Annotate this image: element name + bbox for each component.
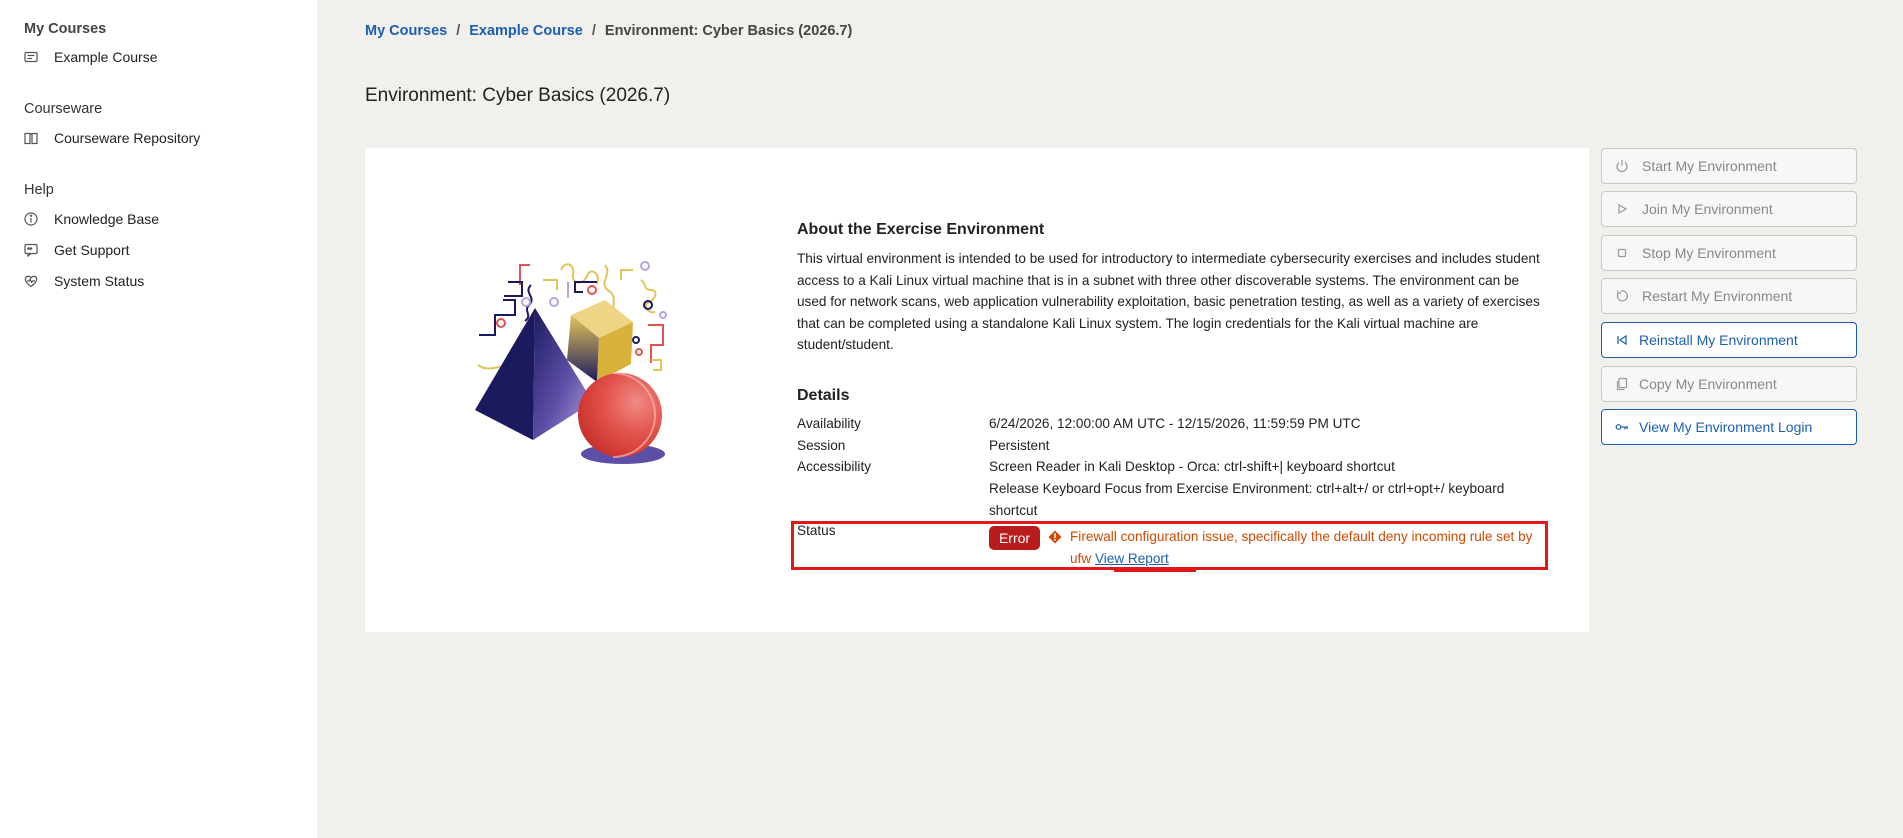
button-label: Restart My Environment — [1642, 288, 1793, 304]
reinstall-environment-button[interactable]: Reinstall My Environment — [1601, 322, 1857, 358]
sidebar-item-label: Get Support — [54, 242, 130, 258]
join-environment-button[interactable]: Join My Environment — [1601, 191, 1857, 227]
heart-pulse-icon — [24, 274, 38, 288]
power-icon — [1615, 159, 1629, 173]
sidebar-item-get-support[interactable]: Get Support — [24, 240, 159, 260]
sidebar-item-knowledge-base[interactable]: Knowledge Base — [24, 209, 159, 229]
button-label: Reinstall My Environment — [1639, 332, 1798, 348]
copy-environment-button[interactable]: Copy My Environment — [1601, 366, 1857, 402]
sidebar-heading-help: Help — [24, 182, 54, 198]
button-label: Start My Environment — [1642, 158, 1777, 174]
accessibility-value-orca: Screen Reader in Kali Desktop - Orca: ct… — [989, 459, 1395, 474]
availability-label: Availability — [797, 416, 861, 431]
breadcrumb-separator: / — [456, 23, 461, 39]
sidebar-heading-courseware: Courseware — [24, 101, 103, 117]
breadcrumb: My Courses / Example Course / Environmen… — [365, 23, 852, 39]
button-label: Stop My Environment — [1642, 245, 1776, 261]
sidebar-item-system-status[interactable]: System Status — [24, 271, 159, 291]
view-report-link[interactable]: View Report — [1095, 551, 1169, 566]
rewind-icon — [1615, 333, 1629, 347]
button-label: Copy My Environment — [1639, 376, 1777, 392]
environment-card: About the Exercise Environment This virt… — [365, 148, 1589, 632]
stop-environment-button[interactable]: Stop My Environment — [1601, 235, 1857, 271]
sidebar-item-label: Knowledge Base — [54, 211, 160, 227]
status-message: Firewall configuration issue, specifical… — [1070, 526, 1550, 569]
breadcrumb-current: Environment: Cyber Basics (2026.7) — [604, 23, 853, 39]
button-label: View My Environment Login — [1639, 419, 1813, 435]
play-icon — [1615, 202, 1629, 216]
breadcrumb-separator: / — [591, 23, 596, 39]
copy-icon — [1615, 377, 1629, 391]
course-icon — [24, 50, 38, 64]
start-environment-button[interactable]: Start My Environment — [1601, 148, 1857, 184]
sidebar-item-courseware-repository[interactable]: Courseware Repository — [24, 128, 200, 148]
book-icon — [24, 131, 38, 145]
sidebar-section-help: Help Knowledge Base Get Support System S… — [24, 182, 159, 291]
restart-environment-button[interactable]: Restart My Environment — [1601, 278, 1857, 314]
sidebar-heading-my-courses: My Courses — [24, 21, 107, 37]
geometric-shapes-illustration — [475, 261, 667, 464]
sidebar-item-label: System Status — [54, 273, 145, 289]
sidebar-item-example-course[interactable]: Example Course — [24, 47, 158, 67]
sidebar: My Courses Example Course Courseware Cou… — [0, 0, 317, 838]
view-login-button[interactable]: View My Environment Login — [1601, 409, 1857, 445]
info-icon — [24, 212, 38, 226]
about-title: About the Exercise Environment — [797, 221, 1045, 238]
breadcrumb-my-courses[interactable]: My Courses — [365, 23, 447, 39]
status-badge: Error — [989, 526, 1040, 550]
button-label: Join My Environment — [1642, 201, 1773, 217]
sidebar-item-label: Courseware Repository — [54, 130, 201, 146]
view-report-highlight — [1114, 569, 1196, 572]
page-title: Environment: Cyber Basics (2026.7) — [365, 85, 671, 106]
stop-icon — [1615, 246, 1629, 260]
restart-icon — [1615, 289, 1629, 303]
about-description: This virtual environment is intended to … — [797, 251, 1540, 353]
breadcrumb-example-course[interactable]: Example Course — [469, 23, 583, 39]
sidebar-section-my-courses: My Courses Example Course — [24, 21, 158, 67]
session-value: Persistent — [989, 438, 1050, 453]
accessibility-value-release-focus: Release Keyboard Focus from Exercise Env… — [989, 481, 1505, 518]
details-title: Details — [797, 387, 850, 404]
status-label: Status — [797, 523, 836, 538]
support-chat-icon — [24, 243, 38, 257]
availability-value: 6/24/2026, 12:00:00 AM UTC - 12/15/2026,… — [989, 416, 1361, 431]
key-icon — [1615, 420, 1629, 434]
warning-icon — [1048, 530, 1062, 544]
accessibility-label: Accessibility — [797, 459, 872, 474]
session-label: Session — [797, 438, 846, 453]
sidebar-section-courseware: Courseware Courseware Repository — [24, 101, 200, 148]
sidebar-item-label: Example Course — [54, 49, 158, 65]
